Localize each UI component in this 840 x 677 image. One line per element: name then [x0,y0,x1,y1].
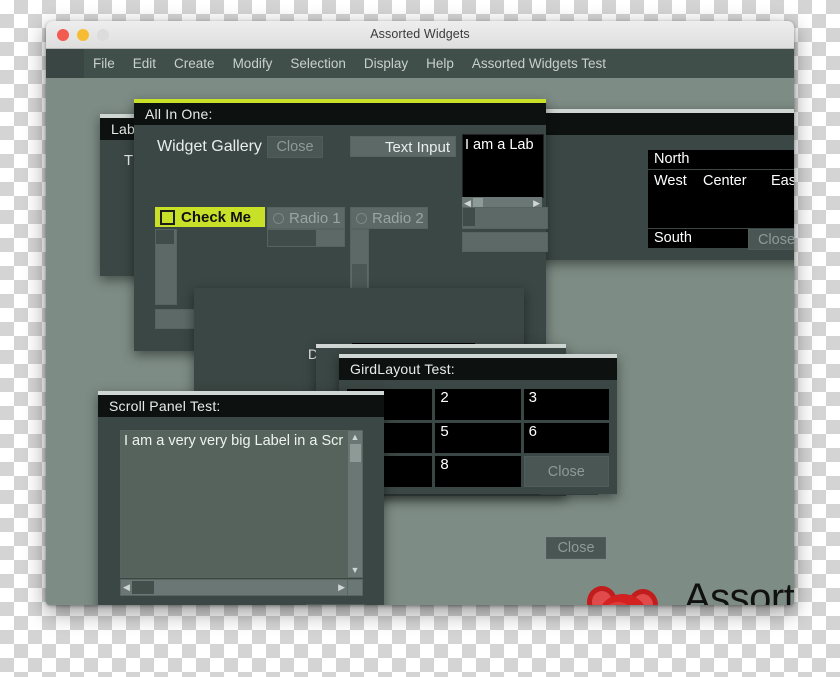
radio-1-label: Radio 1 [289,209,341,227]
right-slider-upper[interactable] [462,207,548,229]
application-canvas: Assorted Widgets Billconan Studio 2007 L… [46,78,794,605]
menu-item-edit[interactable]: Edit [124,49,165,78]
grid-layout-close-button[interactable]: Close [523,456,609,487]
radio-circle-icon[interactable] [273,212,284,224]
border-layout-close-button[interactable]: Close [748,229,794,250]
grid-layout-grid: 1 2 3 4 5 6 7 8 Close [347,389,609,487]
grid-layout-title: GirdLayout Test: [339,358,617,380]
menu-bar: File Edit Create Modify Selection Displa… [46,49,794,79]
menu-item-help[interactable]: Help [417,49,463,78]
list-box-label: I am a Lab [465,137,534,153]
scroll-panel-vscrollbar[interactable]: ▲ ▼ [348,431,362,577]
menu-item-assorted-widgets-test[interactable]: Assorted Widgets Test [463,49,615,78]
radio-circle-icon[interactable] [356,212,367,224]
border-west-cell: West [648,170,702,228]
assorted-widgets-logo: Assorted Widgets Billconan Studio 2007 [574,576,794,605]
dropdown-close-button[interactable]: Close [546,537,606,559]
menu-item-modify[interactable]: Modify [224,49,282,78]
scroll-panel-viewport[interactable]: I am a very very big Label in a Scr ▲ ▼ [120,430,363,578]
hscroll-thumb[interactable] [131,581,154,594]
border-south-cell: South [648,229,752,248]
radio-2[interactable]: Radio 2 [350,207,428,229]
scrollbar-corner [347,580,362,595]
application-window: Assorted Widgets File Edit Create Modify… [46,21,794,605]
check-me-checkbox[interactable]: Check Me [155,207,265,227]
border-layout-test-window[interactable]: est: North West Center East South Close [513,109,794,260]
all-in-one-title: All In One: [134,103,546,125]
right-field-lower[interactable] [462,232,548,252]
window-title: Assorted Widgets [370,27,470,41]
scroll-panel-body: I am a very very big Label in a Scr ▲ ▼ … [98,417,384,605]
red-mouse-icon [587,586,658,605]
triangle-left-icon[interactable]: ◀ [123,583,130,592]
vslider-thumb[interactable] [156,230,174,244]
grid-cell-6: 6 [523,422,609,454]
grid-cell-2: 2 [435,389,521,420]
vscroll-thumb[interactable] [349,444,361,462]
grid-cell-8: 8 [435,456,521,487]
vertical-slider-left[interactable] [155,229,177,305]
border-layout-body: North West Center East South Close [513,135,794,260]
checkbox-box-icon[interactable] [160,209,175,225]
triangle-down-icon[interactable]: ▼ [351,566,360,575]
menu-item-display[interactable]: Display [355,49,417,78]
all-in-one-close-button[interactable]: Close [267,136,323,158]
radio-2-label: Radio 2 [372,209,424,227]
widget-gallery-heading: Widget Gallery [157,138,262,155]
slider-thumb[interactable] [463,208,475,226]
border-center-cell: Center [697,170,772,228]
progress-bar-fill [268,230,316,246]
scroll-panel-close-button[interactable]: Close [306,604,365,605]
grid-cell-3: 3 [523,389,609,420]
window-titlebar: Assorted Widgets [46,21,794,49]
menu-item-create[interactable]: Create [165,49,224,78]
list-box[interactable]: I am a Lab [462,134,544,198]
border-north-cell: North [648,150,794,169]
scroll-panel-hscrollbar[interactable]: ◀ ▶ [120,579,363,596]
scroll-panel-content-label: I am a very very big Label in a Scr [124,433,344,449]
triangle-up-icon[interactable]: ▲ [351,433,360,442]
triangle-right-icon[interactable]: ▶ [338,583,345,592]
border-layout-title: est: [513,113,794,135]
menu-item-file[interactable]: File [84,49,124,78]
logo-line-1: Assorted [684,576,794,605]
text-input-field[interactable]: Text Input [350,136,456,157]
menu-bar-corner [46,49,84,78]
border-east-cell: East [767,170,794,228]
menu-item-selection[interactable]: Selection [281,49,355,78]
radio-1[interactable]: Radio 1 [267,207,345,229]
check-me-label: Check Me [181,208,252,226]
grid-cell-5: 5 [435,422,521,454]
scroll-panel-content-area: I am a very very big Label in a Scr [121,431,348,577]
progress-bar [267,229,345,247]
scroll-panel-title: Scroll Panel Test: [98,395,384,417]
scroll-panel-test-window[interactable]: Scroll Panel Test: I am a very very big … [98,391,384,605]
